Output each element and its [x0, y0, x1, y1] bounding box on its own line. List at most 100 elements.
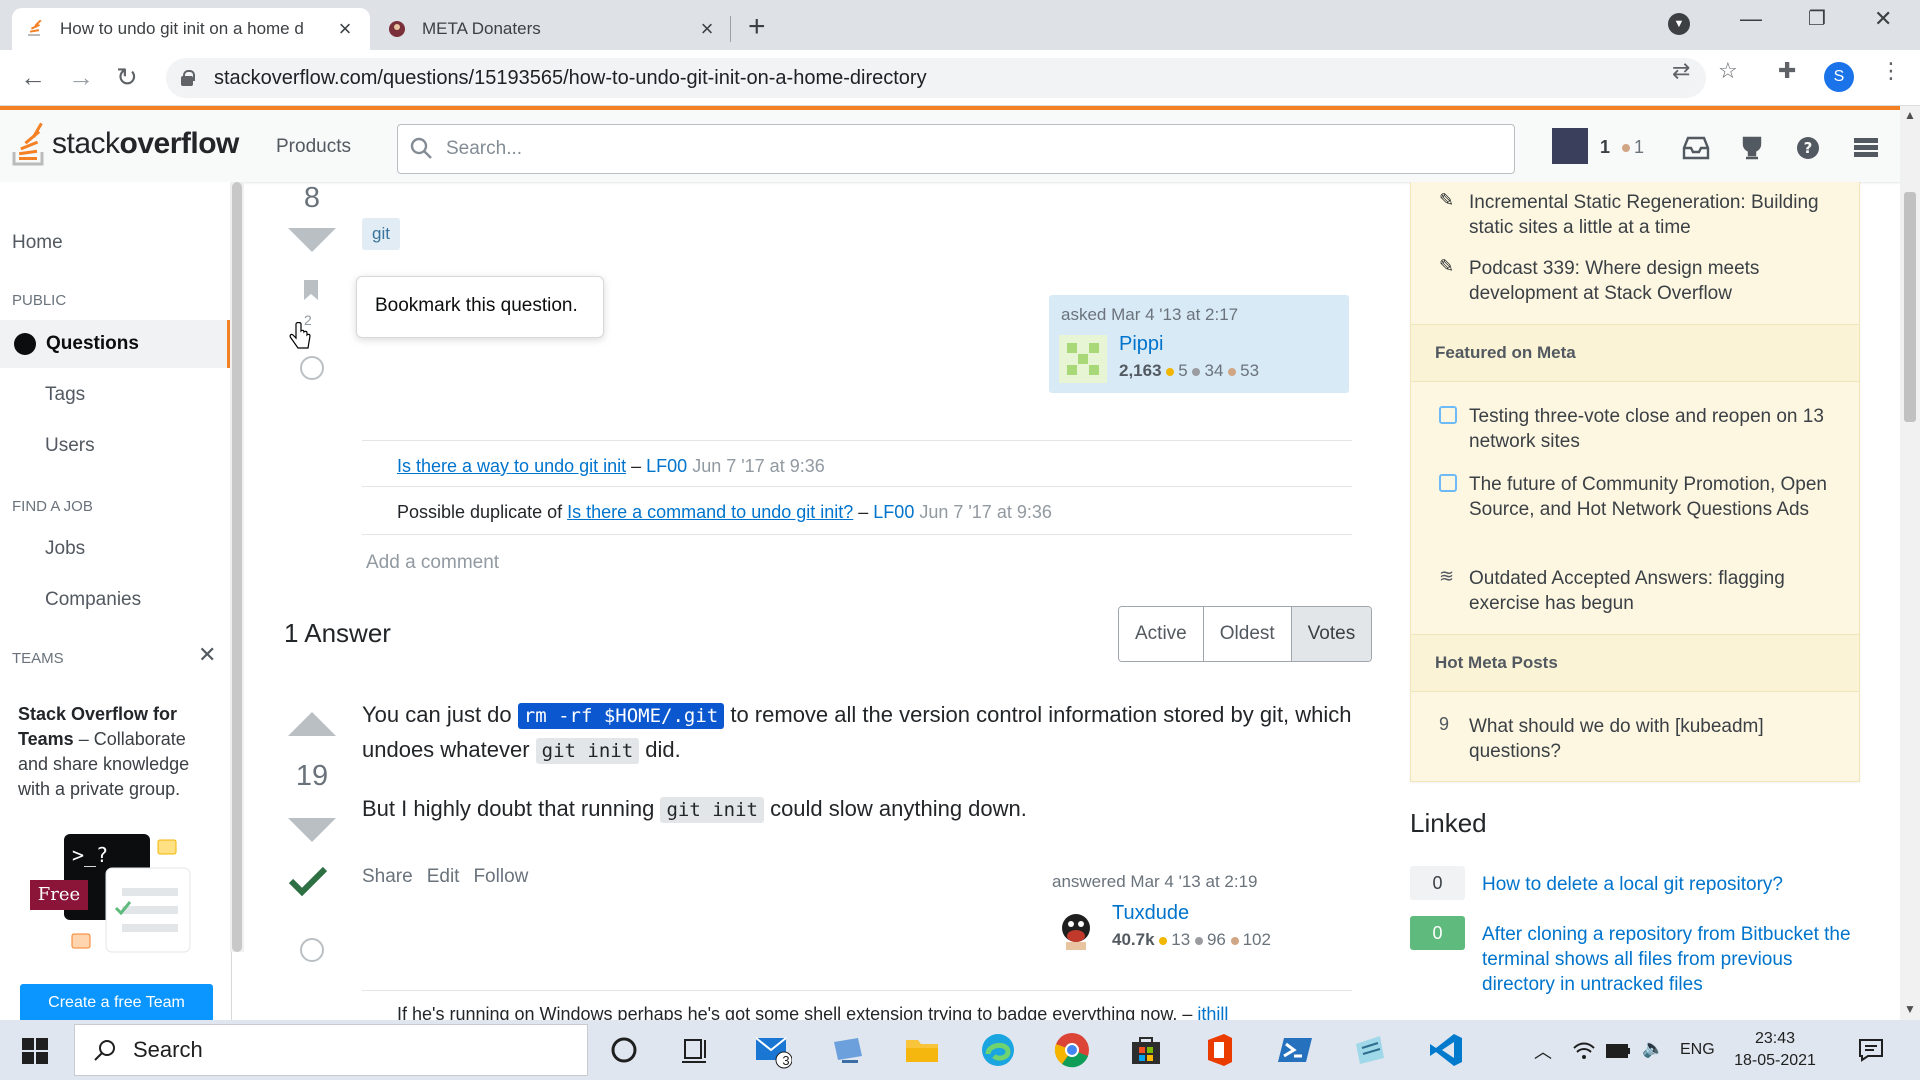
taskbar-search[interactable]: Search [74, 1024, 588, 1076]
scroll-down-icon[interactable]: ▼ [1904, 1002, 1916, 1016]
powershell-icon[interactable] [1276, 1030, 1316, 1070]
nav-jobs[interactable]: Jobs [45, 538, 85, 560]
bookmark-star-icon[interactable]: ☆ [1718, 58, 1738, 84]
linked-question-2[interactable]: After cloning a repository from Bitbucke… [1482, 922, 1862, 997]
nav-users[interactable]: Users [45, 435, 95, 457]
linked-score: 0 [1410, 916, 1465, 950]
office-icon[interactable] [1200, 1030, 1240, 1070]
tab-close-icon[interactable]: × [696, 16, 718, 42]
extensions-icon[interactable]: ✚ [1778, 58, 1796, 84]
action-center-icon[interactable] [1858, 1038, 1884, 1062]
nav-companies[interactable]: Companies [45, 589, 141, 611]
store-icon[interactable] [1126, 1030, 1166, 1070]
volume-icon[interactable]: 🔈 [1642, 1038, 1664, 1059]
history-icon[interactable] [300, 356, 324, 380]
so-logo[interactable]: stack overflow [12, 122, 239, 166]
downvote-icon[interactable] [288, 228, 336, 252]
vscode-icon[interactable] [1426, 1030, 1466, 1070]
pencil-icon: ✎ [1439, 190, 1455, 210]
create-team-button[interactable]: Create a free Team [20, 984, 213, 1022]
tag-git[interactable]: git [362, 218, 400, 250]
sort-active[interactable]: Active [1119, 607, 1204, 661]
new-tab-icon[interactable]: + [748, 10, 766, 44]
chrome-menu-icon[interactable]: ⋮ [1880, 58, 1902, 84]
achievements-icon[interactable] [1738, 136, 1766, 160]
teams-close-icon[interactable]: ✕ [198, 642, 216, 668]
language-indicator[interactable]: ENG [1680, 1041, 1715, 1059]
history-icon[interactable] [300, 938, 324, 962]
nav-home[interactable]: Home [12, 232, 63, 254]
left-sidebar-scrollbar[interactable] [230, 182, 244, 952]
edit-link[interactable]: Edit [427, 866, 460, 887]
wifi-icon[interactable] [1572, 1040, 1596, 1062]
owner-name[interactable]: Pippi [1119, 333, 1163, 356]
site-search-input[interactable]: Search... [397, 124, 1515, 174]
taskbar-clock[interactable]: 23:43 18-05-2021 [1730, 1028, 1820, 1072]
forward-icon[interactable]: → [68, 62, 94, 93]
help-icon[interactable]: ? [1794, 136, 1822, 160]
reputation-count: 1 [1600, 137, 1611, 157]
comment-user[interactable]: LF00 [873, 502, 914, 522]
profile-avatar[interactable]: S [1824, 62, 1854, 92]
answerer-name[interactable]: Tuxdude [1112, 902, 1189, 925]
task-view-icon[interactable] [676, 1030, 716, 1070]
reload-icon[interactable]: ↻ [116, 62, 138, 93]
comment-divider [362, 990, 1352, 991]
answerer-avatar[interactable] [1052, 906, 1100, 954]
inbox-icon[interactable] [1682, 136, 1710, 160]
sort-votes[interactable]: Votes [1291, 607, 1372, 661]
featured-item-2[interactable]: The future of Community Promotion, Open … [1469, 472, 1849, 522]
nav-tags[interactable]: Tags [45, 384, 85, 406]
share-link[interactable]: Share [362, 866, 413, 887]
nav-questions[interactable]: Questions [0, 320, 230, 368]
tab-how-to-undo-git-init[interactable]: How to undo git init on a home d × [12, 8, 370, 50]
left-sidebar: Home PUBLIC Questions Tags Users FIND A … [0, 182, 232, 1022]
address-bar[interactable]: stackoverflow.com/questions/15193565/how… [166, 58, 1706, 98]
tab-close-icon[interactable]: × [334, 16, 356, 42]
file-explorer-icon[interactable] [902, 1030, 942, 1070]
notepad-icon[interactable] [1350, 1030, 1390, 1070]
hot-item-1[interactable]: What should we do with [kubeadm] questio… [1469, 714, 1849, 764]
show-hidden-icons[interactable]: ︿ [1534, 1038, 1552, 1064]
scrollbar-thumb[interactable] [1904, 192, 1916, 422]
back-icon[interactable]: ← [20, 62, 46, 93]
upvote-icon[interactable] [288, 712, 336, 736]
linked-question-1[interactable]: How to delete a local git repository? [1482, 872, 1862, 897]
windows-start-icon[interactable] [22, 1038, 48, 1064]
translate-icon[interactable]: ⇄ [1672, 58, 1690, 84]
this-pc-icon[interactable] [828, 1030, 868, 1070]
scroll-up-icon[interactable]: ▲ [1904, 108, 1916, 122]
featured-item-1[interactable]: Testing three-vote close and reopen on 1… [1469, 404, 1849, 454]
comment-link[interactable]: Is there a way to undo git init [397, 456, 626, 476]
tab-search-icon[interactable]: ▼ [1668, 13, 1690, 35]
cortana-icon[interactable] [604, 1030, 644, 1070]
follow-link[interactable]: Follow [473, 866, 528, 887]
featured-item-3[interactable]: Outdated Accepted Answers: flagging exer… [1469, 566, 1849, 616]
sort-oldest[interactable]: Oldest [1203, 607, 1292, 661]
restore-icon[interactable]: ❐ [1808, 6, 1826, 31]
comment-user[interactable]: LF00 [646, 456, 687, 476]
add-comment-link[interactable]: Add a comment [366, 552, 499, 574]
owner-gravatar[interactable] [1059, 335, 1107, 383]
products-menu[interactable]: Products [276, 136, 351, 158]
downvote-icon[interactable] [288, 818, 336, 842]
site-switcher-icon[interactable] [1852, 136, 1880, 160]
stack-logo-icon [12, 122, 44, 166]
edge-icon[interactable] [978, 1030, 1018, 1070]
page-scrollbar[interactable]: ▲ ▼ [1900, 106, 1920, 1020]
battery-icon[interactable] [1606, 1042, 1632, 1060]
chat-bubble-icon [1439, 406, 1457, 424]
comment-link[interactable]: Is there a command to undo git init? [567, 502, 853, 522]
minimize-icon[interactable]: — [1740, 6, 1762, 32]
bronze-badge-count: 1 [1622, 137, 1644, 158]
free-badge: Free [30, 880, 88, 910]
answer-score: 19 [295, 760, 329, 792]
bookmark-icon[interactable] [302, 278, 320, 302]
accepted-check-icon [288, 866, 328, 896]
blog-item-1[interactable]: Incremental Static Regeneration: Buildin… [1469, 190, 1849, 240]
tab-meta-donaters[interactable]: META Donaters × [374, 8, 732, 50]
blog-item-2[interactable]: Podcast 339: Where design meets developm… [1469, 256, 1849, 306]
chrome-icon[interactable] [1052, 1030, 1092, 1070]
window-close-icon[interactable]: ✕ [1874, 6, 1892, 32]
user-avatar[interactable] [1552, 128, 1588, 164]
